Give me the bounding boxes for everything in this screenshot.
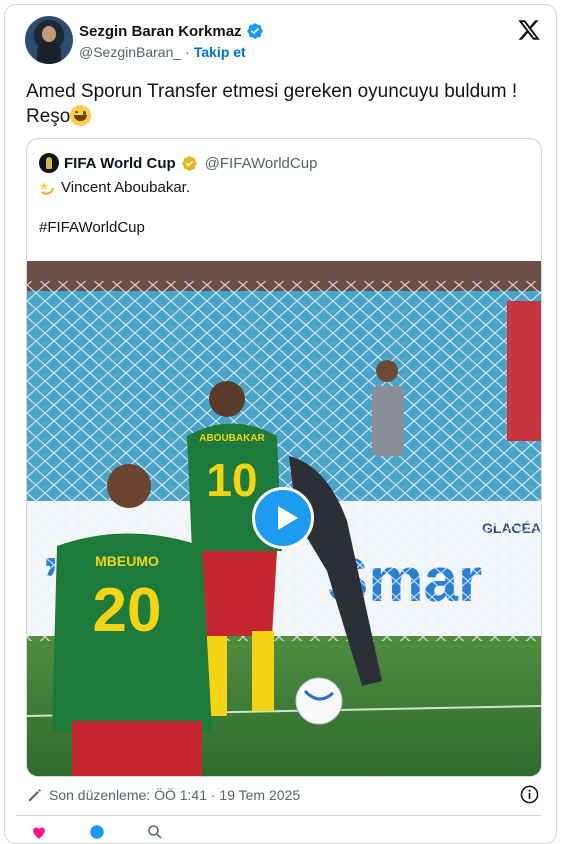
verified-icon [246, 23, 263, 39]
dizzy-icon [39, 181, 54, 195]
play-button[interactable] [252, 487, 314, 549]
edited-row: Son düzenleme: ÖÖ 1:41 · 19 Tem 2025 [27, 787, 300, 803]
quoted-handle: @FIFAWorldCup [204, 154, 318, 172]
author-display-name[interactable]: Sezgin Baran Korkmaz [79, 23, 242, 40]
avatar-body [37, 42, 61, 64]
reply-icon [90, 825, 104, 839]
author-sub-row: @SezginBaran_ · Takip et [79, 44, 246, 60]
quoted-hashtag[interactable]: #FIFAWorldCup [39, 219, 145, 236]
search-icon [148, 825, 162, 839]
tweet-text: Amed Sporun Transfer etmesi gereken oyun… [26, 79, 546, 129]
quoted-header: FIFA World Cup @FIFAWorldCup [39, 153, 317, 173]
avatar-face [42, 26, 56, 42]
quoted-text-line-1: Vincent Aboubakar. [61, 179, 190, 196]
player-10-number: 10 [206, 454, 257, 506]
quoted-display-name: FIFA World Cup [64, 154, 176, 172]
author-handle[interactable]: @SezginBaran_ [79, 44, 181, 60]
search-action[interactable] [146, 823, 164, 841]
separator-dot: · [185, 44, 190, 60]
author-avatar[interactable] [25, 16, 73, 64]
fifa-logo-icon [39, 153, 59, 173]
x-logo-icon[interactable] [517, 18, 541, 42]
player-20-name: MBEUMO [95, 553, 159, 569]
player-20-number: 20 [93, 576, 162, 645]
tweet-body: Amed Sporun Transfer etmesi gereken oyun… [26, 81, 518, 127]
info-icon[interactable] [520, 785, 539, 804]
reply-action[interactable] [88, 823, 106, 841]
divider [16, 815, 541, 816]
player-10-name: ABOUBAKAR [199, 433, 265, 444]
gold-verified-icon [181, 155, 197, 171]
like-action[interactable] [30, 823, 48, 841]
grinning-face-icon [70, 105, 92, 126]
heart-icon [33, 827, 45, 839]
author-name-row: Sezgin Baran Korkmaz [79, 22, 264, 40]
follow-button[interactable]: Takip et [194, 44, 246, 60]
edited-text[interactable]: Son düzenleme: ÖÖ 1:41 · 19 Tem 2025 [49, 787, 300, 803]
pencil-icon [29, 789, 41, 801]
video-player[interactable]: ʼ oro Smar GLACÉAU ABOUBAKAR 10 MBEUMO 2… [27, 261, 541, 776]
quoted-tweet[interactable]: FIFA World Cup @FIFAWorldCup Vincent Abo… [26, 138, 542, 777]
quoted-line-1: Vincent Aboubakar. [39, 179, 190, 196]
action-bar [30, 823, 164, 841]
